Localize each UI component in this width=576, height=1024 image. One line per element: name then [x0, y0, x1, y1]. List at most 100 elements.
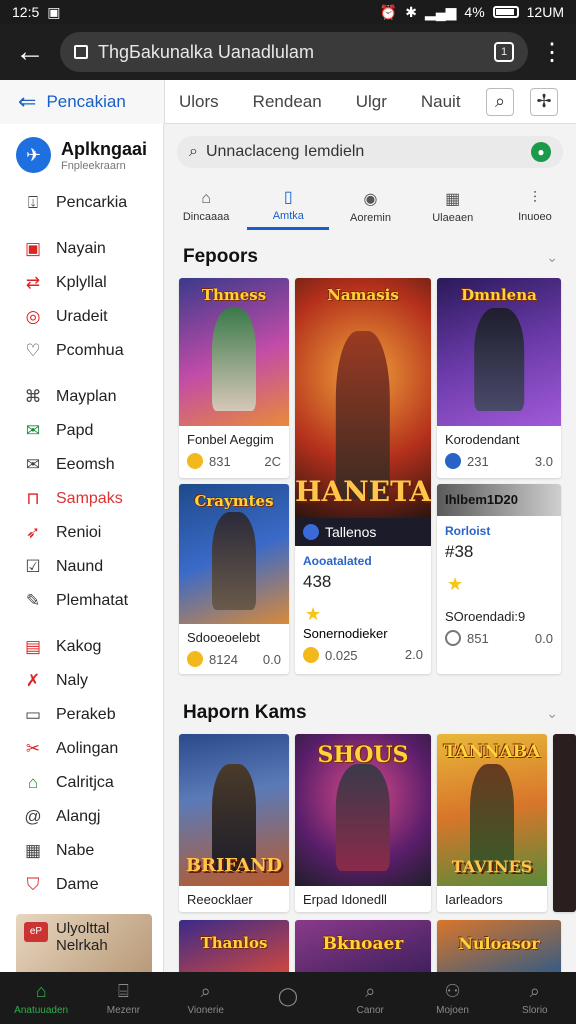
library-icon: ⌸: [118, 980, 129, 1001]
sidebar-item-label: Alangj: [56, 808, 101, 825]
notification-icon: ▣: [47, 3, 61, 20]
tab-category-4[interactable]: ⫶ Inuoeo: [494, 182, 576, 230]
tab-category-2[interactable]: ◉ Aoremin: [329, 182, 411, 230]
tag-icon: ⌘: [24, 387, 42, 406]
search-icon: ⌕: [189, 143, 198, 160]
sidebar-promo[interactable]: eP Ulyolttal Nelrkah: [16, 914, 152, 972]
gamepad-icon: ◉: [363, 190, 378, 208]
sidebar: ✈ Aplkngaai Fnpleekraarn ⍗ Pencarkia ▣ Nay…: [0, 124, 164, 972]
search-go-icon[interactable]: ●: [531, 142, 551, 162]
game-name: Sonernodieker: [303, 626, 388, 641]
game-name: Reeocklaer: [187, 892, 253, 907]
plane-logo-icon: ✈: [16, 137, 51, 173]
game-card[interactable]: Nuloasor: [437, 920, 561, 972]
sidebar-item-label: Papd: [56, 422, 94, 439]
more-menu-icon[interactable]: ⋮: [538, 38, 566, 67]
sidebar-item-18[interactable]: ▦ Nabe: [0, 834, 163, 868]
art-title: Thanlos: [200, 934, 268, 952]
sidebar-item-15[interactable]: ✂ Aolingan: [0, 732, 163, 766]
search-icon[interactable]: ⌕: [486, 87, 514, 116]
sidebar-item-label: Pencarkia: [56, 194, 128, 211]
rating-value: 2.0: [404, 647, 423, 662]
sidebar-item-14[interactable]: ▭ Perakeb: [0, 698, 163, 732]
bottom-nav-item-5[interactable]: ⚇ Mojoen: [411, 972, 493, 1024]
sidebar-item-2[interactable]: ⇄ Kplyllal: [0, 266, 163, 300]
sidebar-item-label: Sampaks: [56, 490, 123, 507]
tab-category-0[interactable]: ⌂ Dincaaaa: [165, 182, 247, 230]
game-card[interactable]: BRIFAND Reeocklaer: [179, 734, 289, 912]
nav-link-3[interactable]: Ulgr: [356, 92, 387, 112]
chart-icon: ⫶: [532, 189, 537, 207]
game-card[interactable]: SHOUS Erpad Idonedll: [295, 734, 431, 912]
art-big-title: BRIFAND: [185, 855, 283, 876]
arrow-left-icon: ⇐: [18, 88, 37, 114]
sidebar-item-13[interactable]: ✗ Naly: [0, 664, 163, 698]
game-card[interactable]: Thmess Fonbel Aeggim 831 2C: [179, 278, 289, 478]
game-card[interactable]: Ihlbem1D20 Rorloist #38 ★ SOroendadi:9 8…: [437, 484, 561, 674]
sidebar-item-6[interactable]: ✉ Papd: [0, 414, 163, 448]
sidebar-item-4[interactable]: ♡ Pcomhua: [0, 334, 163, 368]
sidebar-item-label: Kplyllal: [56, 274, 107, 291]
sidebar-item-10[interactable]: ☑ Naund: [0, 550, 163, 584]
sidebar-item-12[interactable]: ▤ Kakog: [0, 630, 163, 664]
nav-link-2[interactable]: Rendean: [253, 92, 322, 112]
tabs-button[interactable]: 1: [494, 42, 514, 62]
bottom-nav-item-3[interactable]: ◯: [247, 972, 329, 1024]
url-field[interactable]: ThgБakunalka Uanadlulam 1: [60, 32, 528, 72]
home-icon: ⌂: [201, 189, 211, 207]
promo-line-2: Nelrkah: [56, 937, 108, 954]
game-card[interactable]: Bknoaer: [295, 920, 431, 972]
game-name: Fonbel Aeggim: [187, 432, 274, 447]
sidebar-item-0[interactable]: ⍗ Pencarkia: [0, 186, 163, 220]
sidebar-item-19[interactable]: ⛉ Dame: [0, 868, 163, 902]
tab-category-3[interactable]: ▦ Ulaeaen: [412, 182, 494, 230]
chevron-down-icon[interactable]: ⌄: [546, 705, 558, 722]
game-card[interactable]: Dmnlena Korodendant 231 3.0: [437, 278, 561, 478]
publisher-icon: [303, 524, 319, 540]
sidebar-item-3[interactable]: ◎ Uradeit: [0, 300, 163, 334]
cross-icon: ✗: [25, 671, 41, 690]
nav-home-link[interactable]: ⇐ Pencakian: [0, 79, 165, 124]
bottom-nav-item-6[interactable]: ⌕ Slorio: [494, 972, 576, 1024]
nav-link-1[interactable]: Ulors: [179, 92, 219, 112]
game-artwork: TANNABA TAVINES: [437, 734, 547, 886]
game-card[interactable]: TANNABA TAVINES Iarleadors: [437, 734, 547, 912]
sidebar-item-11[interactable]: ✎ Plemhatat: [0, 584, 163, 618]
game-card-footer[interactable]: Sonernodieker 0.025 2.0: [295, 620, 431, 669]
tab-category-1[interactable]: ▯ Amtka: [247, 182, 330, 230]
alarm-icon: ⏰: [379, 3, 398, 20]
nav-link-4[interactable]: Nauit: [421, 92, 461, 112]
back-arrow-icon[interactable]: ←: [10, 37, 50, 67]
sparkle-icon[interactable]: ✢: [530, 87, 558, 116]
game-name: Iarleadors: [445, 892, 503, 907]
chevron-down-icon[interactable]: ⌄: [546, 249, 558, 266]
search-input[interactable]: ⌕ Unnaclaceng Iemdieln ●: [177, 136, 563, 168]
bottom-nav-item-1[interactable]: ⌸ Mezenr: [82, 972, 164, 1024]
bottom-nav-label: Anatuuaden: [14, 1004, 69, 1016]
bottom-nav-item-2[interactable]: ⌕ Vionerie: [165, 972, 247, 1024]
section-title: Haporn Kams: [183, 702, 307, 723]
tab-label: Dincaaaa: [182, 210, 230, 223]
bottom-nav-label: Mojoen: [436, 1004, 469, 1016]
game-card-partial[interactable]: [553, 734, 576, 912]
game-card[interactable]: Thanlos: [179, 920, 289, 972]
art-title: Bknoaer: [322, 934, 404, 954]
sidebar-item-9[interactable]: ➶ Renioi: [0, 516, 163, 550]
sidebar-item-5[interactable]: ⌘ Mayplan: [0, 380, 163, 414]
brand[interactable]: ✈ Aplkngaai Fnpleekraarn: [0, 124, 163, 186]
bottom-nav-item-0[interactable]: ⌂ Anatuuaden: [0, 972, 82, 1024]
sidebar-item-16[interactable]: ⌂ Calritjca: [0, 766, 163, 800]
game-card[interactable]: Craymtes Sdooeoelebt 8124 0.0: [179, 484, 289, 674]
sidebar-item-17[interactable]: @ Alangj: [0, 800, 163, 834]
sidebar-item-8[interactable]: ⊓ Sampaks: [0, 482, 163, 516]
calendar-icon: ▤: [24, 637, 42, 656]
sidebar-item-label: Renioi: [56, 524, 102, 541]
game-card[interactable]: Namasis HANETAN Tallenos Aooatalated 438…: [295, 278, 431, 674]
tab-label: Amtka: [272, 210, 304, 222]
sidebar-item-7[interactable]: ✉ Eeomsh: [0, 448, 163, 482]
art-title: SHOUS: [317, 742, 409, 768]
sidebar-item-1[interactable]: ▣ Nayain: [0, 232, 163, 266]
battery-icon: [492, 6, 519, 18]
bottom-nav-item-4[interactable]: ⌕ Canor: [329, 972, 411, 1024]
game-subtitle: Aooatalated: [303, 554, 372, 568]
